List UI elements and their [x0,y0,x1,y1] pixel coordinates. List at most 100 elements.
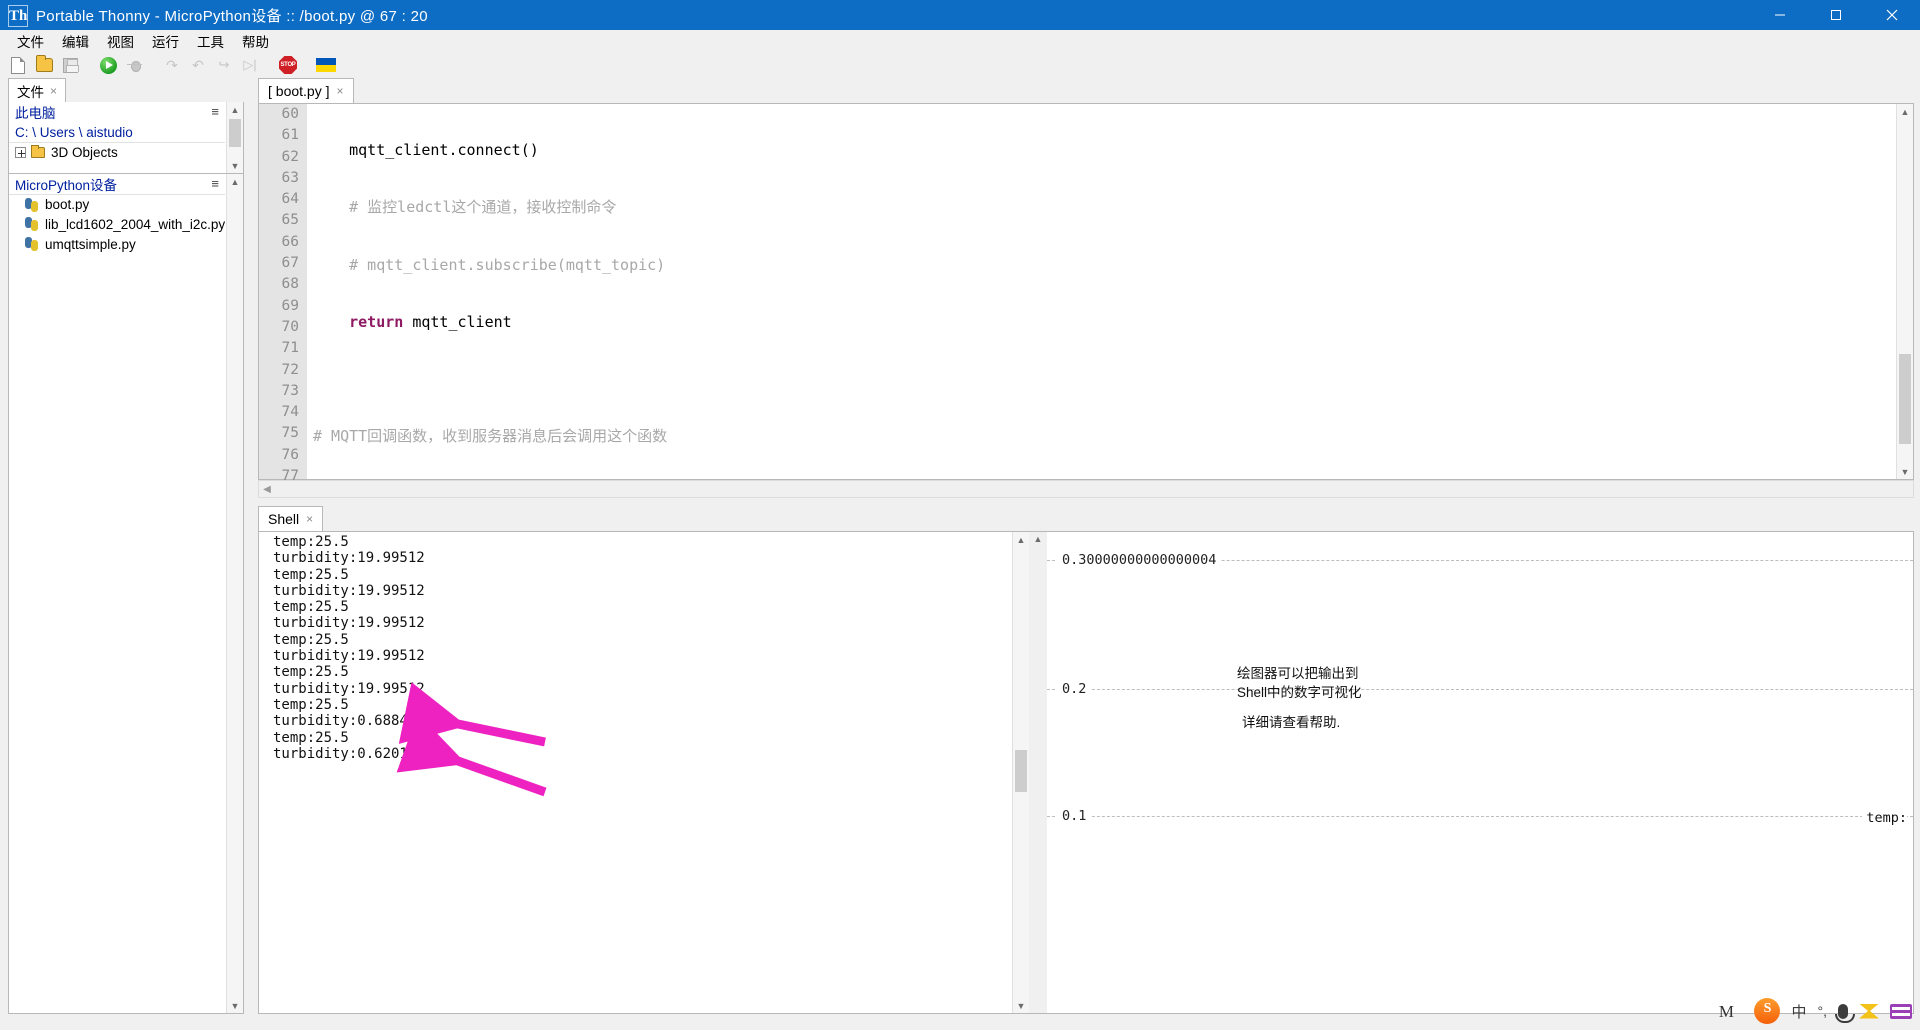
device-menu-icon[interactable]: ≡ [211,177,219,190]
scroll-down-icon[interactable]: ▼ [1013,998,1029,1013]
shell-panel: Shell × temp:25.5 turbidity:19.99512 tem… [258,506,1914,1014]
tab-boot-py-close-icon[interactable]: × [336,84,343,98]
line-number: 76 [281,446,299,463]
sogou-ime-icon[interactable]: S [1754,998,1781,1024]
step-over-icon: ↷ [166,57,178,73]
ime-chinese-icon[interactable]: 中 [1791,1001,1806,1022]
step-into-button[interactable]: ↶ [186,54,210,76]
thonny-icon: Th [8,5,28,27]
stop-button[interactable]: STOP [276,54,300,76]
stop-icon: STOP [279,56,297,74]
menu-item-file[interactable]: 文件 [8,29,53,53]
code-line: mqtt_client.connect() [313,141,539,159]
python-file-icon [25,197,39,212]
shell-plotter-divider[interactable]: ▲ [1029,532,1047,1013]
menu-item-view[interactable]: 视图 [98,29,143,53]
shell-scrollbar[interactable]: ▲ ▼ [1012,532,1029,1013]
shell-line: temp:25.5 [273,599,349,616]
close-button[interactable] [1864,0,1920,30]
tab-shell[interactable]: Shell × [258,506,324,531]
line-number: 64 [281,191,299,208]
expand-icon[interactable] [15,147,26,158]
plotter-legend: temp: [1862,810,1907,826]
open-file-button[interactable] [32,54,56,76]
bowtie-icon[interactable] [1859,1003,1879,1019]
open-file-icon [35,55,53,72]
microphone-icon[interactable] [1835,1003,1855,1023]
code-line: # MQTT回调函数，收到服务器消息后会调用这个函数 [313,427,668,446]
scroll-up-icon[interactable]: ▲ [227,102,243,117]
line-number: 75 [281,425,299,442]
local-menu-icon[interactable]: ≡ [211,105,219,118]
scroll-thumb[interactable] [1899,354,1911,444]
run-button[interactable] [96,54,120,76]
editor-body[interactable]: 60 61 62 63 64 65 66 67 68 69 70 71 72 7… [258,103,1914,484]
scroll-up-icon[interactable]: ▲ [1013,532,1029,547]
scroll-thumb[interactable] [229,119,241,147]
local-files-tree-inner: 此电脑 ≡ C: \ Users \ aistudio 3D Objects [9,102,225,173]
current-path: C: \ Users \ aistudio [9,122,225,142]
code-line: return mqtt_client [349,312,512,331]
scroll-down-icon[interactable]: ▼ [227,158,243,173]
new-file-button[interactable] [6,54,30,76]
local-files-tree[interactable]: 此电脑 ≡ C: \ Users \ aistudio 3D Objects ▲ [8,102,244,174]
line-number: 73 [281,382,299,399]
this-pc-label[interactable]: 此电脑 ≡ [9,102,225,122]
device-tree-scrollbar[interactable]: ▲ ▼ [226,174,243,1013]
scroll-up-icon[interactable]: ▲ [1897,104,1913,119]
menu-item-tools[interactable]: 工具 [188,29,233,53]
tab-files[interactable]: 文件 × [8,78,67,102]
keyboard-icon[interactable] [1890,1003,1912,1019]
device-file-lib-lcd[interactable]: lib_lcd1602_2004_with_i2c.py [9,214,225,234]
local-tree-scrollbar[interactable]: ▲ ▼ [226,102,243,173]
editor-shell-pane: [ boot.py ] × 60 61 62 63 64 65 66 67 68 [250,78,1920,1018]
debug-button[interactable] [122,54,146,76]
device-files-tree[interactable]: MicroPython设备 ≡ boot.py lib_lcd1602_2004… [8,174,244,1014]
y-axis-tick: 0.1 [1057,808,1092,824]
window-controls [1752,0,1920,30]
step-out-icon: ↪ [218,57,230,72]
code-text[interactable]: mqtt_client.connect() # 监控ledctl这个通道，接收控… [307,104,1896,479]
device-file-umqttsimple[interactable]: umqttsimple.py [9,234,225,254]
y-axis-tick: 0.30000000000000004 [1057,552,1222,568]
shell-line: turbidity:19.99512 [273,648,425,665]
shell-output-area[interactable]: temp:25.5 turbidity:19.99512 temp:25.5 t… [259,532,1029,1013]
window-title: Portable Thonny - MicroPython设备 :: /boot… [36,7,428,25]
menu-item-help[interactable]: 帮助 [233,29,278,53]
scroll-down-icon[interactable]: ▼ [227,998,243,1013]
plotter-note-help: 详细请查看帮助. [1242,715,1341,730]
device-file-label: umqttsimple.py [45,236,136,252]
main-area: 文件 × 此电脑 ≡ C: \ Users \ aistudio 3D Obje… [0,78,1920,1018]
menu-item-run[interactable]: 运行 [143,29,188,53]
editor-scrollbar[interactable]: ▲ ▼ [1896,104,1913,479]
y-axis-tick: 0.2 [1057,681,1092,697]
scroll-up-icon[interactable]: ▲ [227,174,243,189]
scroll-thumb[interactable] [1015,750,1027,792]
tree-item-3d-objects[interactable]: 3D Objects [9,142,225,162]
save-file-button[interactable] [58,54,82,76]
gridline-mid [1047,689,1913,690]
device-file-boot[interactable]: boot.py [9,194,225,214]
maximize-button[interactable] [1808,0,1864,30]
scroll-down-icon[interactable]: ▼ [1897,464,1913,479]
device-file-label: lib_lcd1602_2004_with_i2c.py [45,216,225,232]
tab-boot-py[interactable]: [ boot.py ] × [258,78,354,103]
tab-files-close-icon[interactable]: × [50,84,57,98]
shell-line: temp:25.5 [273,664,349,681]
minimize-button[interactable] [1752,0,1808,30]
run-icon [99,56,117,74]
menu-item-edit[interactable]: 编辑 [53,29,98,53]
editor-hscrollbar[interactable]: ◀ [258,480,1914,498]
python-file-icon [25,237,39,251]
ukraine-flag-button[interactable] [314,54,338,76]
tab-shell-close-icon[interactable]: × [306,512,313,526]
ukraine-flag-icon [316,58,336,72]
gridline-bottom [1047,816,1913,817]
step-over-button[interactable]: ↷ [160,54,184,76]
title-bar: Th Portable Thonny - MicroPython设备 :: /b… [0,0,1920,30]
scroll-left-icon[interactable]: ◀ [259,484,275,495]
step-out-button[interactable]: ↪ [212,54,236,76]
divider-up-icon[interactable]: ▲ [1029,534,1047,544]
resume-button[interactable]: ▷| [238,54,262,76]
ime-punctuation-icon[interactable]: °, [1818,1003,1828,1019]
